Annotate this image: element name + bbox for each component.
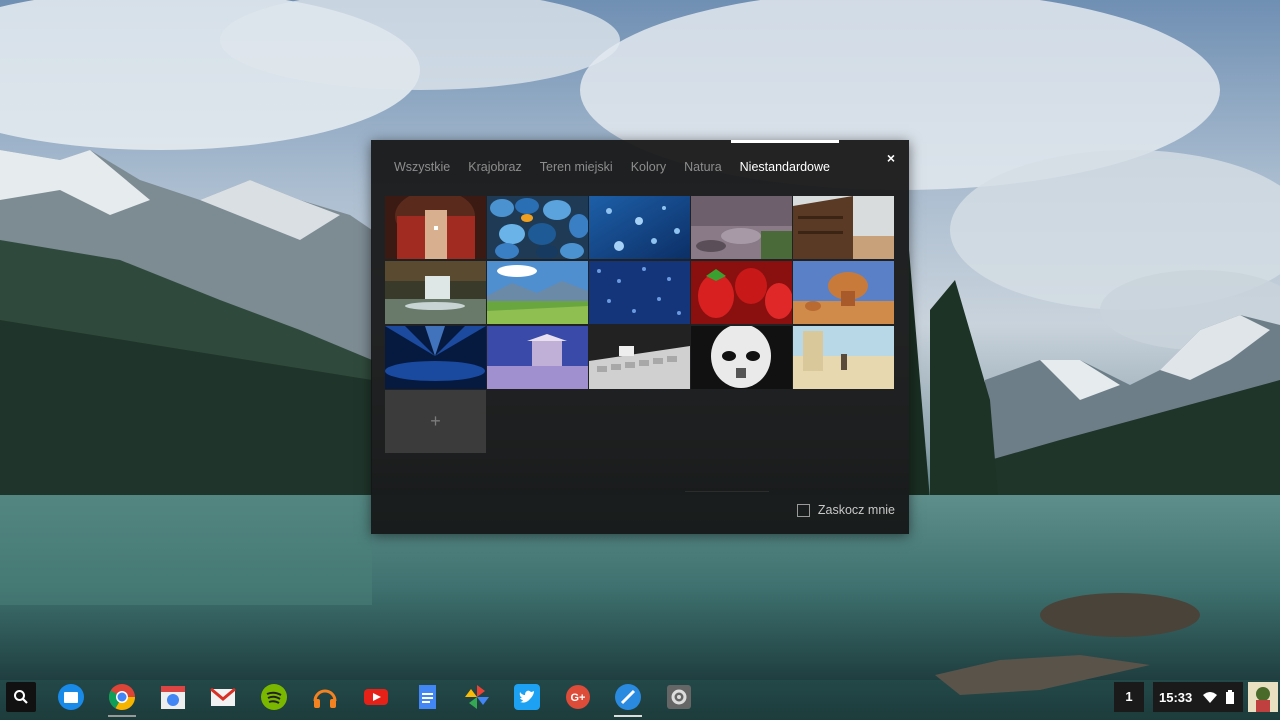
wallpaper-thumb-desert-rock[interactable]	[793, 261, 894, 324]
wallpaper-thumb-desert-figure[interactable]	[793, 326, 894, 389]
wallpaper-thumb-winter-shelter[interactable]	[487, 326, 588, 389]
chrome-web-store-icon[interactable]	[159, 683, 187, 711]
google-photos-icon[interactable]	[463, 683, 491, 711]
svg-text:G+: G+	[571, 692, 586, 704]
wallpaper-thumb-strawberries[interactable]	[691, 261, 792, 324]
search-icon	[14, 690, 28, 704]
battery-icon	[1226, 690, 1235, 704]
tab-nature[interactable]: Natura	[675, 140, 731, 195]
launcher-button[interactable]	[6, 682, 36, 712]
wallpaper-thumb-blue-light-rays[interactable]	[385, 326, 486, 389]
tab-urban[interactable]: Teren miejski	[531, 140, 622, 195]
spotify-icon[interactable]	[260, 683, 288, 711]
surprise-me-checkbox[interactable]	[796, 503, 810, 517]
tab-custom[interactable]: Niestandardowe	[730, 140, 840, 195]
system-tray[interactable]: 15:33	[1153, 682, 1243, 712]
gmail-icon[interactable]	[209, 683, 237, 711]
wallpaper-thumb-blue-pebbles[interactable]	[487, 196, 588, 259]
wallpaper-thumb-mountain-meadow[interactable]	[487, 261, 588, 324]
wallpaper-thumb-keyboard-figure[interactable]	[589, 326, 690, 389]
workspace-count-badge[interactable]: 1	[1114, 682, 1144, 712]
divider	[685, 491, 769, 492]
wallpaper-thumb-wooden-cabin[interactable]	[793, 196, 894, 259]
google-plus-icon[interactable]: G+	[564, 683, 592, 711]
wallpaper-thumb-rain-glass[interactable]	[589, 261, 690, 324]
add-custom-wallpaper-button[interactable]: +	[385, 390, 486, 453]
tab-colors[interactable]: Kolory	[622, 140, 675, 195]
settings-gear-icon[interactable]	[665, 683, 693, 711]
shelf: G+ 1 15:33	[0, 680, 1280, 720]
wallpaper-thumb-person-with-headphones[interactable]	[385, 196, 486, 259]
wallpaper-thumb-stormtrooper[interactable]	[691, 326, 792, 389]
tab-all[interactable]: Wszystkie	[385, 140, 459, 195]
twitter-icon[interactable]	[513, 683, 541, 711]
category-tabs: Wszystkie Krajobraz Teren miejski Kolory…	[385, 140, 840, 195]
wifi-icon	[1203, 692, 1218, 703]
avatar[interactable]	[1248, 682, 1278, 712]
google-play-music-icon[interactable]	[311, 683, 339, 711]
wallpaper-thumb-water-drops[interactable]	[589, 196, 690, 259]
chrome-icon[interactable]	[108, 683, 136, 717]
wallpaper-picker-window: Wszystkie Krajobraz Teren miejski Kolory…	[371, 140, 909, 534]
close-icon[interactable]: ×	[883, 150, 899, 166]
pencil-app-icon[interactable]	[614, 683, 642, 717]
files-app-icon[interactable]	[57, 683, 85, 711]
surprise-me-label: Zaskocz mnie	[817, 503, 895, 517]
tab-landscape[interactable]: Krajobraz	[459, 140, 531, 195]
youtube-icon[interactable]	[362, 683, 390, 711]
google-docs-icon[interactable]	[413, 683, 441, 711]
surprise-me-option[interactable]: Zaskocz mnie	[796, 503, 895, 517]
wallpaper-thumb-rocky-stream[interactable]	[691, 196, 792, 259]
clock: 15:33	[1159, 689, 1193, 705]
wallpaper-thumb-waterfall[interactable]	[385, 261, 486, 324]
